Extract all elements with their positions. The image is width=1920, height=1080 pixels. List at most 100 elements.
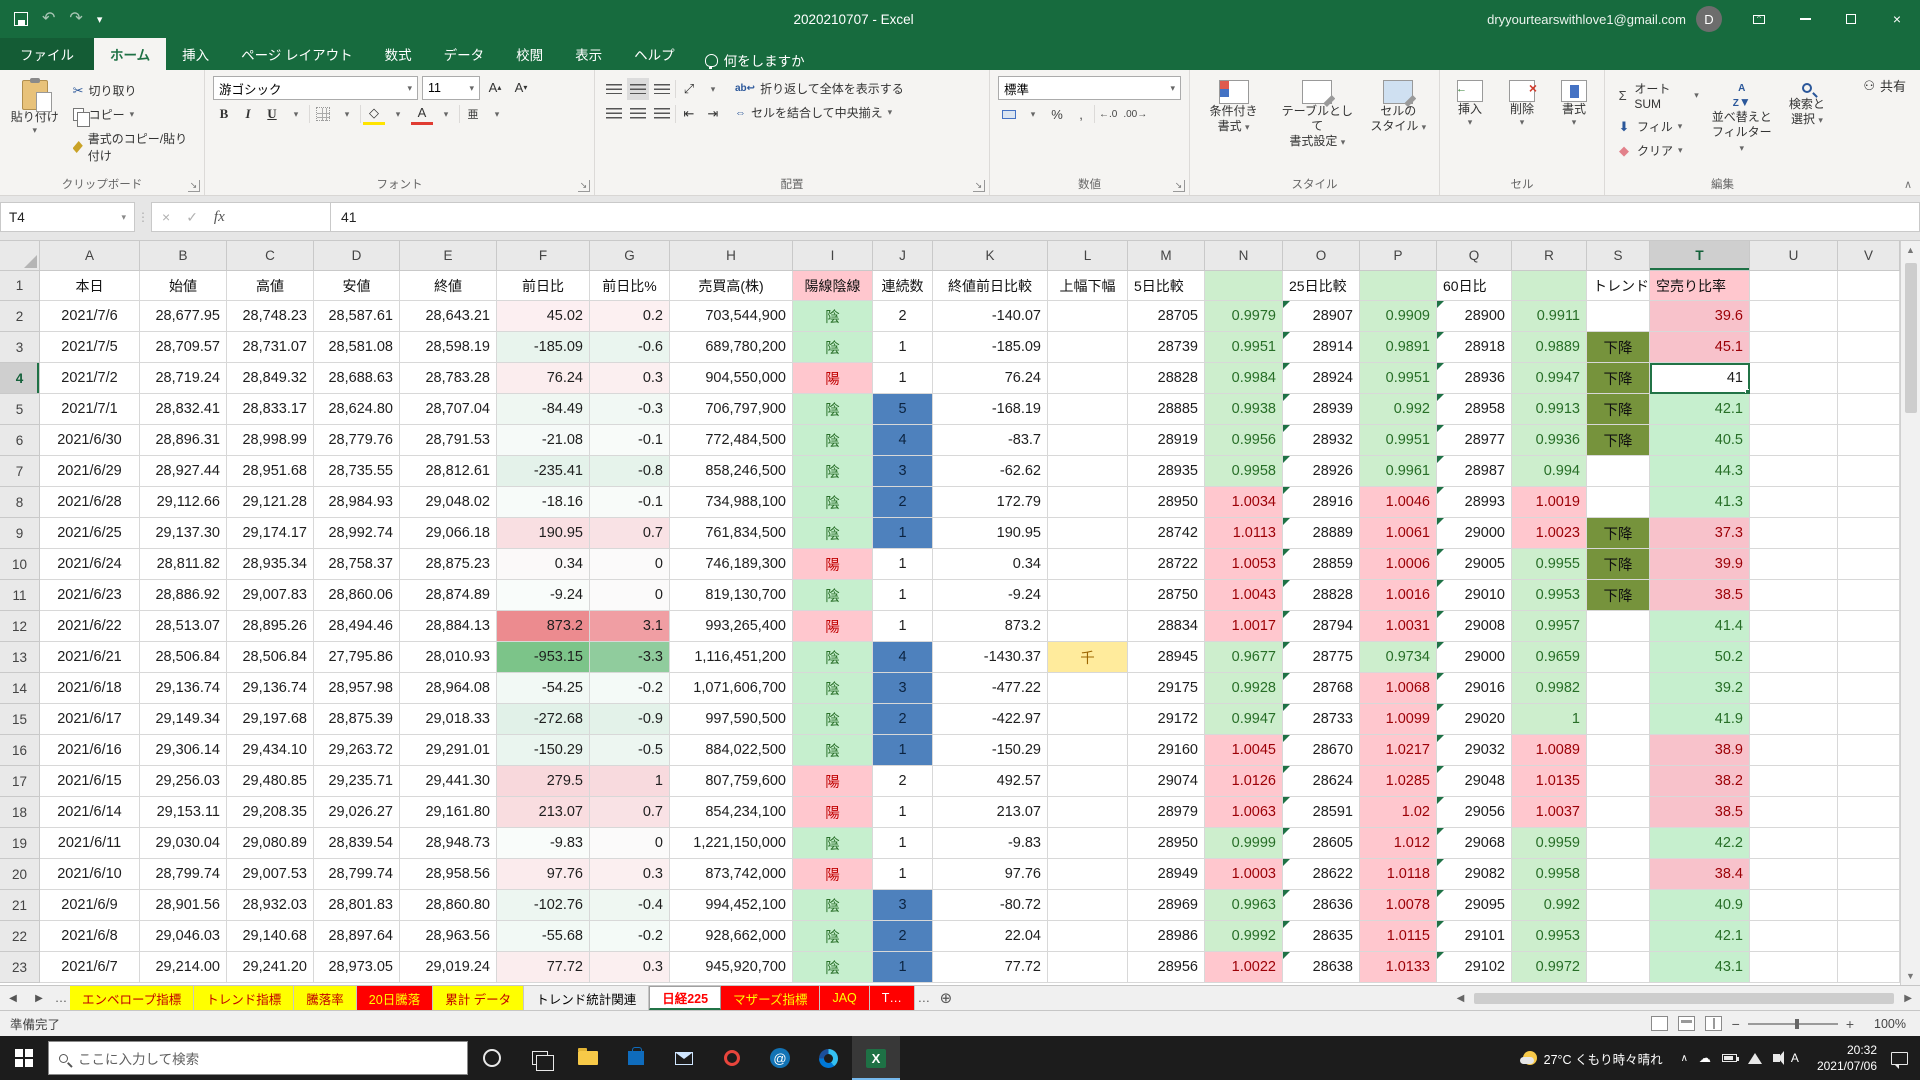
cell-P15[interactable]: 1.0099 [1360, 704, 1437, 735]
header-cell-I1[interactable]: 陽線陰線 [793, 271, 873, 301]
cell-I20[interactable]: 陽 [793, 859, 873, 890]
cell-T10[interactable]: 39.9 [1650, 549, 1750, 580]
zoom-out-icon[interactable]: − [1732, 1016, 1740, 1032]
align-middle-icon[interactable] [627, 78, 649, 100]
cell-C11[interactable]: 29,007.83 [227, 580, 314, 611]
cell-G3[interactable]: -0.6 [590, 332, 670, 363]
cell-H20[interactable]: 873,742,000 [670, 859, 793, 890]
cell-E8[interactable]: 29,048.02 [400, 487, 497, 518]
cell-K6[interactable]: -83.7 [933, 425, 1048, 456]
align-left-icon[interactable] [603, 103, 625, 125]
align-bottom-icon[interactable] [651, 78, 673, 100]
cell-B11[interactable]: 28,886.92 [140, 580, 227, 611]
autosum-button[interactable]: Σオート SUM ▾ [1613, 78, 1702, 113]
cell-V14[interactable] [1838, 673, 1900, 704]
cell-O17[interactable]: 28624 [1283, 766, 1360, 797]
cell-N21[interactable]: 0.9963 [1205, 890, 1283, 921]
cell-Q5[interactable]: 28958 [1437, 394, 1512, 425]
cell-N5[interactable]: 0.9938 [1205, 394, 1283, 425]
cell-E3[interactable]: 28,598.19 [400, 332, 497, 363]
cell-S12[interactable] [1587, 611, 1650, 642]
ribbon-display-options-icon[interactable] [1736, 0, 1782, 38]
row-header-22[interactable]: 22 [0, 921, 40, 952]
column-header-O[interactable]: O [1283, 241, 1360, 271]
ribbon-tab-ヘルプ[interactable]: ヘルプ [618, 38, 691, 70]
sheet-tab-JAQ[interactable]: JAQ [820, 986, 869, 1010]
fill-handle[interactable] [1745, 389, 1750, 394]
cell-B16[interactable]: 29,306.14 [140, 735, 227, 766]
redo-icon[interactable]: ↷ [69, 11, 82, 27]
sheet-tab-エンベロープ指標[interactable]: エンベロープ指標 [70, 986, 194, 1010]
cell-D9[interactable]: 28,992.74 [314, 518, 400, 549]
column-header-E[interactable]: E [400, 241, 497, 271]
row-header-21[interactable]: 21 [0, 890, 40, 921]
cell-F17[interactable]: 279.5 [497, 766, 590, 797]
sheet-more-right-icon[interactable]: … [915, 986, 933, 1010]
task-view-button[interactable] [516, 1036, 564, 1080]
cell-A21[interactable]: 2021/6/9 [40, 890, 140, 921]
zoom-level[interactable]: 100% [1864, 1017, 1906, 1031]
cell-A10[interactable]: 2021/6/24 [40, 549, 140, 580]
cell-K18[interactable]: 213.07 [933, 797, 1048, 828]
account-avatar[interactable]: D [1696, 6, 1722, 32]
row-header-7[interactable]: 7 [0, 456, 40, 487]
percent-style-icon[interactable]: % [1046, 103, 1068, 125]
sheet-tab-累計 データ[interactable]: 累計 データ [433, 986, 524, 1010]
cell-K11[interactable]: -9.24 [933, 580, 1048, 611]
cell-V23[interactable] [1838, 952, 1900, 983]
cell-M10[interactable]: 28722 [1128, 549, 1205, 580]
minimize-button[interactable] [1782, 0, 1828, 38]
new-sheet-icon[interactable]: ⊕ [933, 986, 959, 1010]
scroll-right-icon[interactable]: ▶ [1900, 993, 1916, 1004]
cell-L18[interactable] [1048, 797, 1128, 828]
cell-B19[interactable]: 29,030.04 [140, 828, 227, 859]
delete-cells-button[interactable]: 削除▾ [1500, 76, 1544, 173]
cell-A3[interactable]: 2021/7/5 [40, 332, 140, 363]
cell-J4[interactable]: 1 [873, 363, 933, 394]
cell-F3[interactable]: -185.09 [497, 332, 590, 363]
cell-C20[interactable]: 29,007.53 [227, 859, 314, 890]
cell-L15[interactable] [1048, 704, 1128, 735]
cell-G17[interactable]: 1 [590, 766, 670, 797]
cell-R21[interactable]: 0.992 [1512, 890, 1587, 921]
cell-E21[interactable]: 28,860.80 [400, 890, 497, 921]
cell-H12[interactable]: 993,265,400 [670, 611, 793, 642]
cell-H15[interactable]: 997,590,500 [670, 704, 793, 735]
cell-E9[interactable]: 29,066.18 [400, 518, 497, 549]
cell-T22[interactable]: 42.1 [1650, 921, 1750, 952]
cell-N12[interactable]: 1.0017 [1205, 611, 1283, 642]
cell-R23[interactable]: 0.9972 [1512, 952, 1587, 983]
cell-P16[interactable]: 1.0217 [1360, 735, 1437, 766]
cell-J20[interactable]: 1 [873, 859, 933, 890]
cell-V6[interactable] [1838, 425, 1900, 456]
cell-R10[interactable]: 0.9955 [1512, 549, 1587, 580]
ribbon-tab-数式[interactable]: 数式 [369, 38, 428, 70]
cell-Q22[interactable]: 29101 [1437, 921, 1512, 952]
cell-P12[interactable]: 1.0031 [1360, 611, 1437, 642]
cell-K13[interactable]: -1430.37 [933, 642, 1048, 673]
taskbar-clock[interactable]: 20:32 2021/07/06 [1807, 1042, 1887, 1074]
currency-format-icon[interactable] [998, 103, 1020, 125]
ime-indicator[interactable]: A [1791, 1051, 1799, 1065]
cell-L11[interactable] [1048, 580, 1128, 611]
cell-G19[interactable]: 0 [590, 828, 670, 859]
row-header-10[interactable]: 10 [0, 549, 40, 580]
cell-H23[interactable]: 945,920,700 [670, 952, 793, 983]
cell-G12[interactable]: 3.1 [590, 611, 670, 642]
cell-T14[interactable]: 39.2 [1650, 673, 1750, 704]
cell-Q13[interactable]: 29000 [1437, 642, 1512, 673]
cell-R19[interactable]: 0.9959 [1512, 828, 1587, 859]
cell-O6[interactable]: 28932 [1283, 425, 1360, 456]
restore-button[interactable] [1828, 0, 1874, 38]
undo-icon[interactable]: ↶ [42, 11, 55, 27]
cell-S5[interactable]: 下降 [1587, 394, 1650, 425]
cell-N18[interactable]: 1.0063 [1205, 797, 1283, 828]
header-cell-A1[interactable]: 本日 [40, 271, 140, 301]
cell-C10[interactable]: 28,935.34 [227, 549, 314, 580]
cell-O23[interactable]: 28638 [1283, 952, 1360, 983]
cell-C23[interactable]: 29,241.20 [227, 952, 314, 983]
cell-M2[interactable]: 28705 [1128, 301, 1205, 332]
column-header-U[interactable]: U [1750, 241, 1838, 271]
cell-G4[interactable]: 0.3 [590, 363, 670, 394]
find-select-button[interactable]: 検索と選択 ▾ [1782, 76, 1832, 173]
